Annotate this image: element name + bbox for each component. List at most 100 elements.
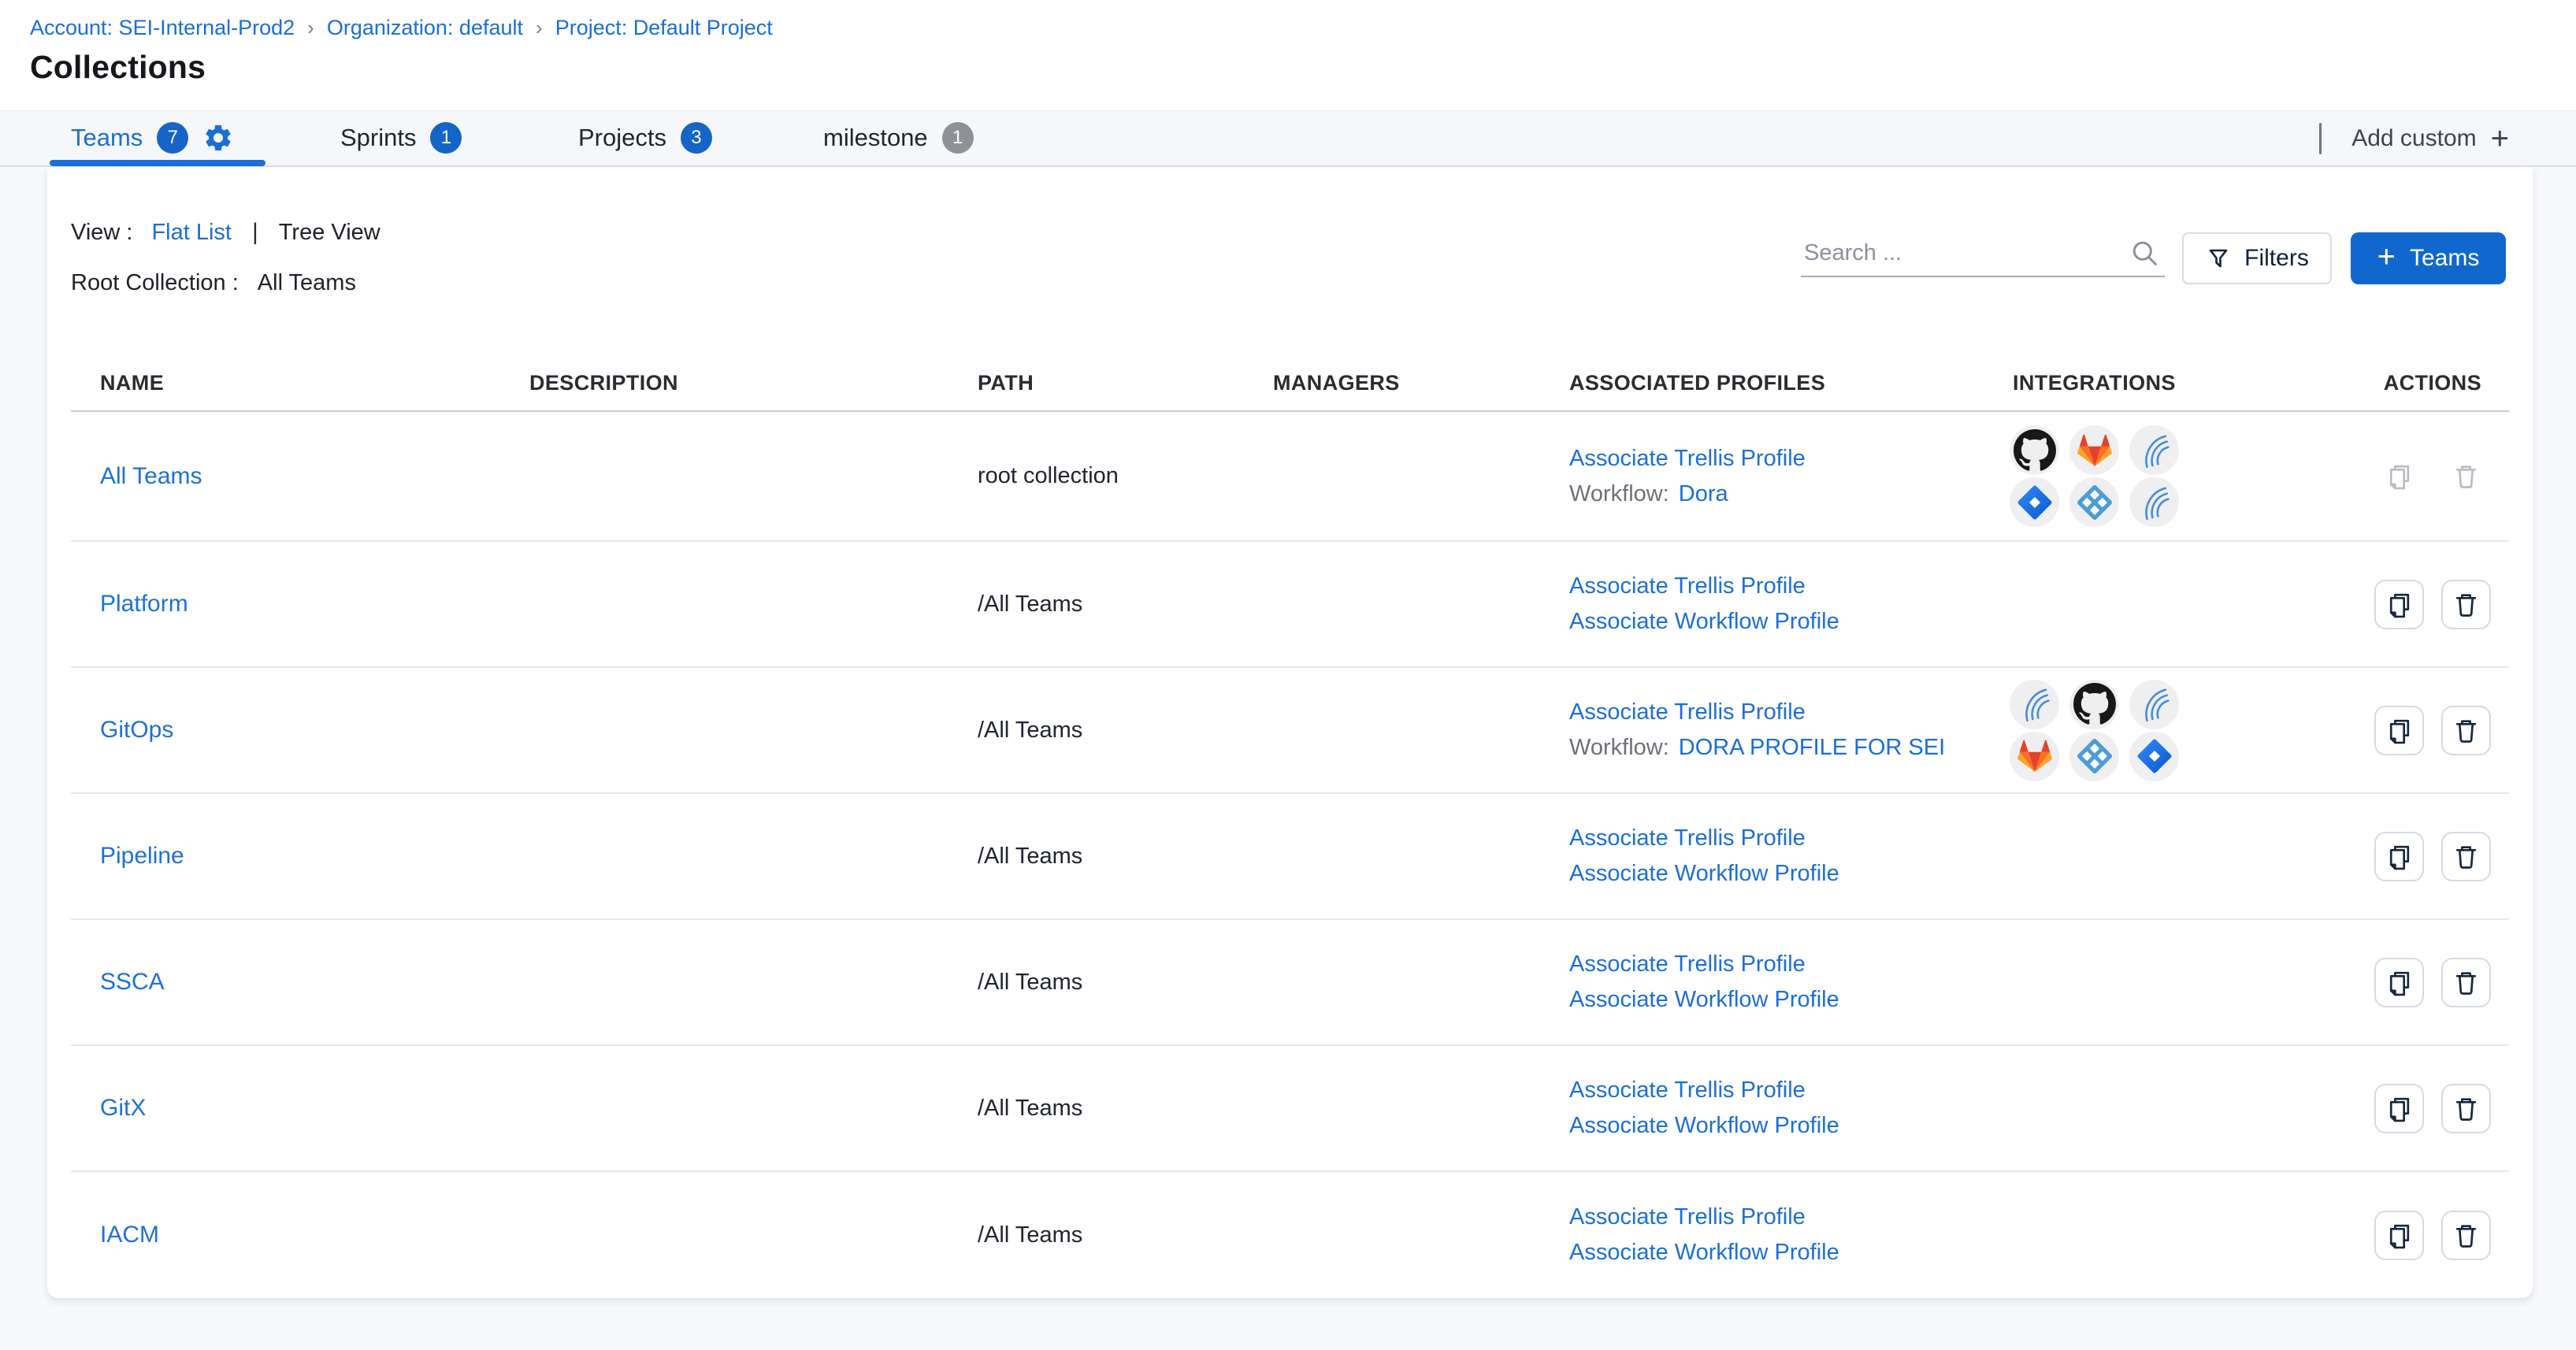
copy-collection-icon [2385, 1094, 2414, 1123]
actions-cell [2355, 451, 2509, 501]
name-cell: IACM [71, 1222, 529, 1248]
workflow-profile-name-link[interactable]: DORA PROFILE FOR SEI [1679, 735, 1945, 760]
copy-collection-icon [2385, 1221, 2414, 1250]
breadcrumb-separator: › [536, 16, 543, 40]
tab-sprints-label: Sprints [340, 124, 416, 152]
name-cell: SSCA [71, 969, 529, 996]
copy-collection-button[interactable] [2374, 580, 2424, 629]
table-row: IACM/All TeamsAssociate Trellis ProfileA… [71, 1172, 2509, 1298]
associated-profiles-cell: Associate Trellis Profile Associate Workf… [1569, 951, 2013, 1013]
path-cell: /All Teams [978, 844, 1273, 870]
delete-collection-icon [2452, 968, 2481, 997]
integrations-cell [2010, 680, 2355, 781]
associate-workflow-profile-link[interactable]: Associate Workflow Profile [1569, 1240, 1839, 1265]
breadcrumb-organization-link[interactable]: Organization: default [327, 16, 523, 40]
associate-trellis-profile-link[interactable]: Associate Trellis Profile [1569, 699, 2013, 725]
collection-name-link[interactable]: GitX [100, 1095, 146, 1121]
flat-list-view-link[interactable]: Flat List [151, 220, 232, 246]
table-row: Platform/All Teams Associate Trellis Prof… [71, 542, 2509, 668]
tab-teams[interactable]: Teams 7 [71, 111, 234, 165]
associate-trellis-profile-link[interactable]: Associate Trellis Profile [1569, 825, 2013, 851]
page-header: Account: SEI-Internal-Prod2 › Organizati… [0, 0, 2576, 110]
path-cell: root collection [978, 463, 1273, 489]
associate-workflow-profile-link[interactable]: Associate Workflow Profile [1569, 609, 1839, 634]
add-custom-button[interactable]: Add custom + [2351, 123, 2509, 154]
tab-projects[interactable]: Projects 3 [578, 111, 712, 165]
associate-trellis-profile-link[interactable]: Associate Trellis Profile [1569, 951, 2013, 977]
breadcrumb: Account: SEI-Internal-Prod2 › Organizati… [30, 16, 773, 40]
workflow-profile-name-link[interactable]: Dora [1679, 481, 1728, 506]
collection-name-link[interactable]: Platform [100, 591, 188, 617]
associate-trellis-profile-link[interactable]: Associate Trellis Profile [1569, 573, 2013, 599]
path-cell: /All Teams [978, 592, 1273, 618]
copy-collection-button[interactable] [2374, 958, 2424, 1007]
copy-collection-button[interactable] [2374, 1211, 2424, 1260]
delete-collection-button[interactable] [2441, 706, 2491, 755]
delete-collection-button[interactable] [2441, 580, 2491, 629]
integration-diamond-grid-icon [2069, 477, 2119, 527]
copy-collection-button [2374, 451, 2424, 501]
workflow-label: Workflow: [1569, 481, 1669, 506]
collection-name-link[interactable]: SSCA [100, 969, 165, 995]
add-teams-button-label: Teams [2410, 245, 2479, 272]
workflow-line: Workflow: Dora [1569, 481, 2013, 507]
header-name: NAME [71, 371, 529, 395]
associate-workflow-profile-link[interactable]: Associate Workflow Profile [1569, 861, 1839, 886]
active-tab-underline [50, 160, 265, 166]
workflow-line: Associate Workflow Profile [1569, 1113, 2013, 1139]
collection-name-link[interactable]: GitOps [100, 717, 173, 743]
path-cell: /All Teams [978, 970, 1273, 996]
header-associated-profiles: ASSOCIATED PROFILES [1569, 371, 2013, 395]
delete-collection-button[interactable] [2441, 832, 2491, 881]
collection-name-link[interactable]: IACM [100, 1222, 159, 1248]
copy-collection-button[interactable] [2374, 1084, 2424, 1133]
copy-collection-icon [2385, 842, 2414, 871]
integration-jira-icon [2129, 732, 2179, 781]
associate-trellis-profile-link[interactable]: Associate Trellis Profile [1569, 1204, 2013, 1230]
filters-button-label: Filters [2244, 245, 2309, 272]
delete-collection-button[interactable] [2441, 1084, 2491, 1133]
associated-profiles-cell: Associate Trellis Profile Associate Workf… [1569, 1204, 2013, 1266]
actions-cell [2355, 706, 2509, 755]
integration-gitlab-icon [2069, 425, 2119, 475]
plus-icon: + [2491, 123, 2509, 154]
collections-table: NAME DESCRIPTION PATH MANAGERS ASSOCIATE… [71, 356, 2509, 1298]
table-row: SSCA/All TeamsAssociate Trellis ProfileA… [71, 920, 2509, 1046]
header-integrations: INTEGRATIONS [2013, 371, 2355, 395]
integrations-cell [2010, 425, 2355, 527]
filters-button[interactable]: Filters [2182, 232, 2332, 284]
integration-icon-row [2010, 680, 2355, 729]
associate-workflow-profile-link[interactable]: Associate Workflow Profile [1569, 987, 1839, 1012]
name-cell: Platform [71, 591, 529, 618]
add-teams-button[interactable]: + Teams [2351, 232, 2506, 284]
associate-workflow-profile-link[interactable]: Associate Workflow Profile [1569, 1113, 1839, 1138]
tree-view-link[interactable]: Tree View [279, 220, 380, 246]
view-switcher: View : Flat List | Tree View [71, 219, 380, 246]
workflow-line: Workflow:DORA PROFILE FOR SEI [1569, 735, 2013, 761]
delete-collection-button[interactable] [2441, 958, 2491, 1007]
table-row: All Teams root collection Associate Trelli… [71, 412, 2509, 542]
root-collection-label: Root Collection : [71, 270, 239, 296]
delete-collection-button[interactable] [2441, 1211, 2491, 1260]
integration-github-icon [2010, 425, 2059, 475]
plus-icon: + [2377, 241, 2396, 273]
breadcrumb-project-link[interactable]: Project: Default Project [555, 16, 773, 40]
tab-projects-label: Projects [578, 124, 666, 152]
gear-icon[interactable] [202, 122, 234, 154]
search-input[interactable] [1801, 240, 2129, 266]
collection-name-link[interactable]: All Teams [100, 463, 202, 489]
header-managers: MANAGERS [1273, 371, 1569, 395]
integration-github-icon [2069, 680, 2119, 729]
copy-collection-button[interactable] [2374, 832, 2424, 881]
add-custom-label: Add custom [2351, 125, 2476, 152]
collection-name-link[interactable]: Pipeline [100, 843, 184, 869]
tab-milestone[interactable]: milestone 1 [823, 111, 974, 165]
integration-harness-icon [2129, 680, 2179, 729]
associate-trellis-profile-link[interactable]: Associate Trellis Profile [1569, 1077, 2013, 1103]
associate-trellis-profile-link[interactable]: Associate Trellis Profile [1569, 446, 2013, 472]
copy-collection-button[interactable] [2374, 706, 2424, 755]
breadcrumb-account-link[interactable]: Account: SEI-Internal-Prod2 [30, 16, 295, 40]
actions-cell [2355, 832, 2509, 881]
tab-sprints[interactable]: Sprints 1 [340, 111, 462, 165]
tab-sprints-count-badge: 1 [430, 122, 462, 154]
